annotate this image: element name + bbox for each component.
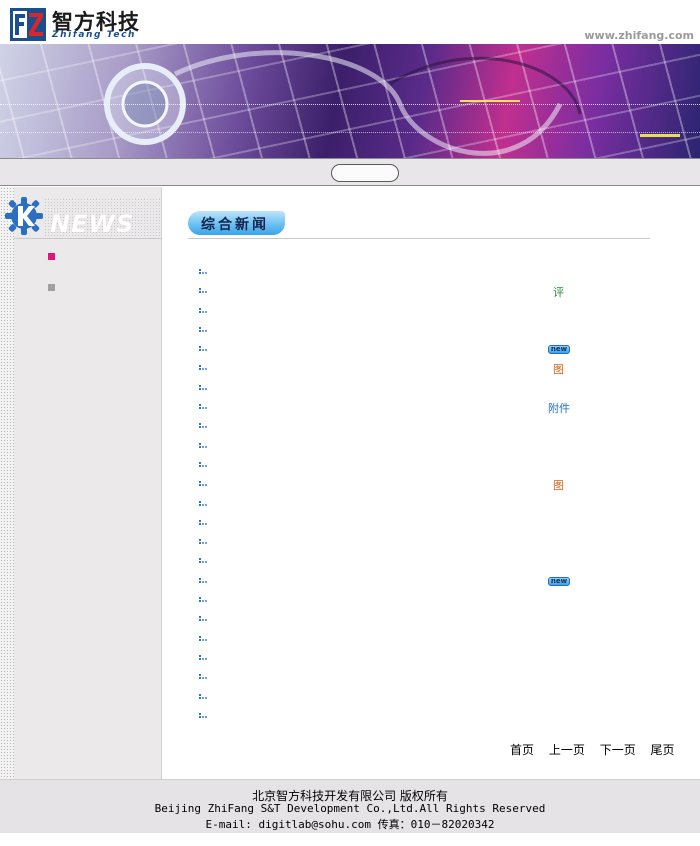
news-row[interactable] (198, 667, 598, 686)
footer-contact: E-mail: digitlab@sohu.com 传真：010－8202034… (205, 818, 495, 831)
logo-text-en: Zhifang Tech (52, 30, 137, 40)
news-row[interactable] (198, 301, 598, 320)
bullet-dots-icon (198, 615, 207, 623)
news-row[interactable] (198, 687, 598, 706)
bullet-dots-icon (198, 307, 207, 315)
nav-search-pill[interactable] (331, 164, 399, 182)
news-row[interactable] (198, 378, 598, 397)
news-row[interactable] (198, 590, 598, 609)
bullet-dots-icon (198, 500, 207, 508)
sidebar-divider (14, 238, 161, 239)
news-row[interactable]: new (198, 571, 598, 590)
site-url[interactable]: www.zhifang.com (584, 29, 694, 42)
stethoscope-graphic (104, 50, 680, 156)
prev-page-link[interactable]: 上一页 (549, 743, 585, 757)
attachment-tag: 附件 (548, 402, 570, 416)
footer-company-en: Beijing ZhiFang S&T Development Co.,Ltd.… (154, 802, 546, 815)
banner-dotted-line (0, 104, 700, 105)
image-tag: 图 (553, 363, 564, 377)
bullet-dots-icon (198, 442, 207, 450)
section-title: 综合新闻 (201, 217, 269, 233)
news-row[interactable] (198, 532, 598, 551)
news-row[interactable]: 附件 (198, 397, 598, 416)
new-badge-icon: new (548, 576, 570, 586)
section-divider (188, 238, 650, 239)
bullet-dots-icon (198, 287, 207, 295)
sidebar (0, 187, 162, 779)
bullet-dots-icon (198, 268, 207, 276)
header-banner-image (0, 44, 700, 158)
comment-tag: 评 (553, 286, 564, 300)
bullet-dots-icon (198, 345, 207, 353)
first-page-link[interactable]: 首页 (510, 743, 534, 757)
k-gear-icon (5, 197, 43, 235)
bullet-dots-icon (198, 673, 207, 681)
news-row[interactable] (198, 513, 598, 532)
news-row[interactable] (198, 648, 598, 667)
bullet-dots-icon (198, 403, 207, 411)
bullet-dots-icon (198, 596, 207, 604)
bullet-dots-icon (198, 480, 207, 488)
new-badge-icon: new (548, 345, 570, 355)
news-row[interactable] (198, 551, 598, 570)
news-row[interactable]: 评 (198, 281, 598, 300)
bullet-dots-icon (198, 461, 207, 469)
news-row[interactable]: new (198, 339, 598, 358)
site-footer: 北京智方科技开发有限公司 版权所有 Beijing ZhiFang S&T De… (0, 779, 700, 833)
next-page-link[interactable]: 下一页 (600, 743, 636, 757)
bullet-dots-icon (198, 577, 207, 585)
bullet-dots-icon (198, 422, 207, 430)
news-row[interactable] (198, 320, 598, 339)
news-row[interactable] (198, 262, 598, 281)
bullet-dots-icon (198, 538, 207, 546)
news-row[interactable] (198, 609, 598, 628)
news-row[interactable] (198, 706, 598, 725)
news-row[interactable] (198, 629, 598, 648)
pagination: 首页 上一页 下一页 尾页 (510, 741, 675, 758)
bullet-dots-icon (198, 557, 207, 565)
zhifang-logo-icon[interactable] (10, 8, 46, 41)
bullet-dots-icon (198, 635, 207, 643)
news-row[interactable]: 图 (198, 358, 598, 377)
last-page-link[interactable]: 尾页 (651, 743, 675, 757)
sidebar-heading-text: NEWS (50, 210, 135, 238)
sidebar-item-bullet[interactable] (48, 253, 55, 260)
news-row[interactable] (198, 436, 598, 455)
bullet-dots-icon (198, 712, 207, 720)
section-title-badge: 综合新闻 (188, 211, 285, 235)
bullet-dots-icon (198, 693, 207, 701)
bullet-dots-icon (198, 364, 207, 372)
bullet-dots-icon (198, 326, 207, 334)
news-row[interactable] (198, 416, 598, 435)
banner-dotted-line (0, 132, 700, 133)
news-list: 评 new 图附件图 new (198, 262, 598, 725)
site-header: 智方科技 Zhifang Tech www.zhifang.com (0, 0, 700, 44)
sidebar-item-bullet[interactable] (48, 284, 55, 291)
news-row[interactable]: 图 (198, 474, 598, 493)
image-tag: 图 (553, 479, 564, 493)
nav-bar (0, 158, 700, 186)
news-row[interactable] (198, 494, 598, 513)
news-row[interactable] (198, 455, 598, 474)
bullet-dots-icon (198, 654, 207, 662)
bullet-dots-icon (198, 384, 207, 392)
sidebar-dotted-strip (0, 187, 14, 779)
bullet-dots-icon (198, 519, 207, 527)
